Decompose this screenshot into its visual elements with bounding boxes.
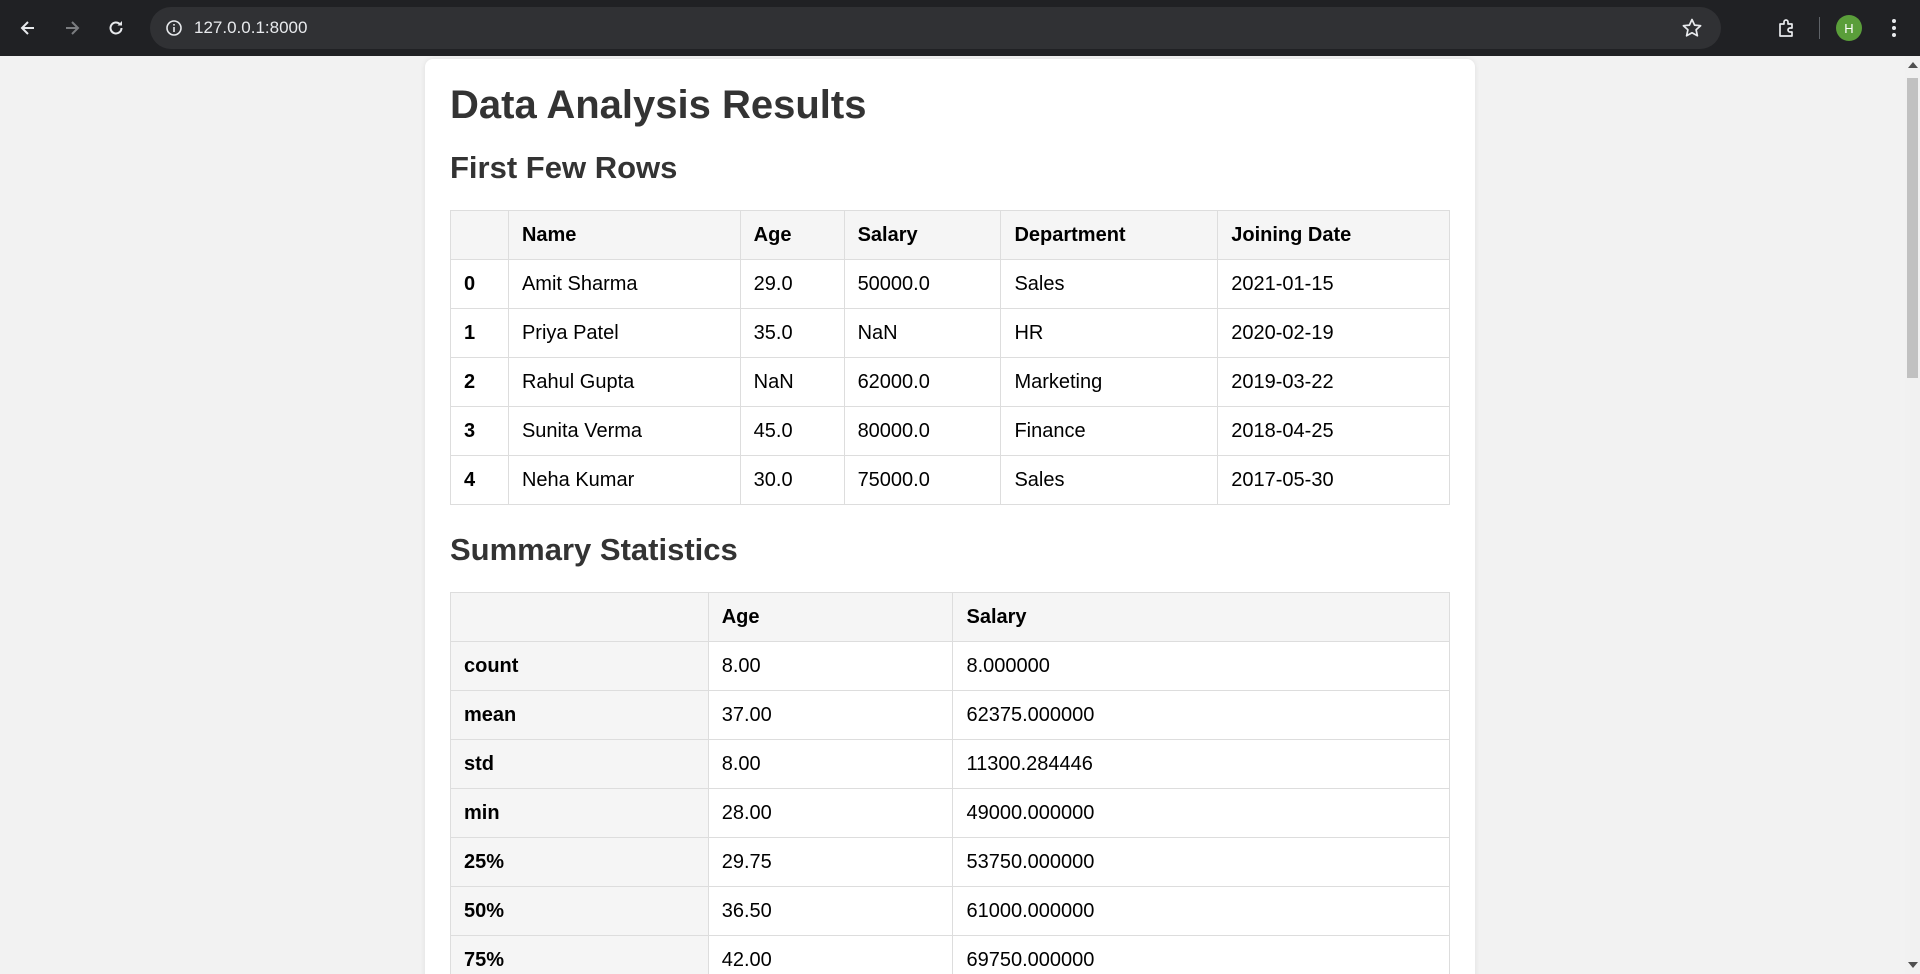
cell-salary: 62375.000000: [952, 690, 1450, 741]
cell-salary: 11300.284446: [952, 739, 1450, 790]
table-row: 2 Rahul Gupta NaN 62000.0 Marketing 2019…: [450, 357, 1450, 408]
cell-joining-date: 2018-04-25: [1217, 406, 1450, 457]
back-icon[interactable]: [8, 8, 48, 48]
info-icon[interactable]: [154, 19, 194, 37]
first-rows-table: Name Age Salary Department Joining Date …: [450, 210, 1450, 506]
column-header: [450, 210, 509, 261]
cell-salary: NaN: [843, 308, 1002, 359]
section-title-first-rows: First Few Rows: [450, 150, 678, 185]
cell-joining-date: 2020-02-19: [1217, 308, 1450, 359]
cell-department: Marketing: [1000, 357, 1219, 408]
table-row: mean 37.00 62375.000000: [450, 690, 1450, 741]
column-header: Department: [1000, 210, 1219, 261]
cell-age: 8.00: [707, 739, 954, 790]
column-header: [450, 592, 709, 643]
table-row: min 28.00 49000.000000: [450, 788, 1450, 839]
cell-name: Rahul Gupta: [507, 357, 741, 408]
table-row: 75% 42.00 69750.000000: [450, 935, 1450, 974]
column-header: Age: [707, 592, 954, 643]
row-index: 3: [450, 406, 509, 457]
cell-department: Sales: [1000, 455, 1219, 506]
table-row: count 8.00 8.000000: [450, 641, 1450, 692]
cell-name: Neha Kumar: [507, 455, 741, 506]
forward-icon[interactable]: [52, 8, 92, 48]
cell-salary: 61000.000000: [952, 886, 1450, 937]
cell-salary: 69750.000000: [952, 935, 1450, 974]
cell-age: 30.0: [739, 455, 845, 506]
row-index: 0: [450, 259, 509, 310]
address-bar[interactable]: 127.0.0.1:8000: [150, 7, 1721, 49]
table-row: 0 Amit Sharma 29.0 50000.0 Sales 2021-01…: [450, 259, 1450, 310]
cell-salary: 62000.0: [843, 357, 1002, 408]
table-row: 25% 29.75 53750.000000: [450, 837, 1450, 888]
column-header: Salary: [843, 210, 1002, 261]
toolbar-separator: [1819, 17, 1820, 39]
column-header: Salary: [952, 592, 1450, 643]
cell-name: Sunita Verma: [507, 406, 741, 457]
page-viewport: Data Analysis Results First Few Rows Nam…: [0, 56, 1905, 974]
cell-joining-date: 2019-03-22: [1217, 357, 1450, 408]
cell-department: Sales: [1000, 259, 1219, 310]
stat-label: std: [450, 739, 709, 790]
table-header-row: Age Salary: [450, 592, 1450, 643]
cell-age: 29.75: [707, 837, 954, 888]
cell-age: 28.00: [707, 788, 954, 839]
extensions-icon[interactable]: [1767, 8, 1807, 48]
page-title: Data Analysis Results: [450, 83, 867, 127]
cell-name: Amit Sharma: [507, 259, 741, 310]
table-row: 3 Sunita Verma 45.0 80000.0 Finance 2018…: [450, 406, 1450, 457]
table-row: 50% 36.50 61000.000000: [450, 886, 1450, 937]
content-card: Data Analysis Results First Few Rows Nam…: [425, 59, 1475, 974]
cell-department: HR: [1000, 308, 1219, 359]
cell-salary: 49000.000000: [952, 788, 1450, 839]
column-header: Age: [739, 210, 845, 261]
stat-label: min: [450, 788, 709, 839]
cell-age: 8.00: [707, 641, 954, 692]
column-header: Name: [507, 210, 741, 261]
row-index: 2: [450, 357, 509, 408]
cell-age: 36.50: [707, 886, 954, 937]
table-row: 4 Neha Kumar 30.0 75000.0 Sales 2017-05-…: [450, 455, 1450, 506]
browser-toolbar: 127.0.0.1:8000 H: [0, 0, 1920, 56]
cell-age: NaN: [739, 357, 845, 408]
stat-label: 50%: [450, 886, 709, 937]
row-index: 4: [450, 455, 509, 506]
cell-salary: 53750.000000: [952, 837, 1450, 888]
table-row: 1 Priya Patel 35.0 NaN HR 2020-02-19: [450, 308, 1450, 359]
stat-label: count: [450, 641, 709, 692]
reload-icon[interactable]: [96, 8, 136, 48]
cell-salary: 80000.0: [843, 406, 1002, 457]
row-index: 1: [450, 308, 509, 359]
cell-age: 29.0: [739, 259, 845, 310]
cell-name: Priya Patel: [507, 308, 741, 359]
stat-label: 25%: [450, 837, 709, 888]
vertical-scrollbar[interactable]: [1905, 56, 1920, 974]
summary-stats-table: Age Salary count 8.00 8.000000 mean 37.0…: [450, 592, 1450, 974]
cell-department: Finance: [1000, 406, 1219, 457]
cell-age: 37.00: [707, 690, 954, 741]
table-header-row: Name Age Salary Department Joining Date: [450, 210, 1450, 261]
cell-salary: 8.000000: [952, 641, 1450, 692]
toolbar-right: H: [1767, 0, 1920, 56]
scroll-down-icon[interactable]: [1908, 962, 1918, 968]
menu-icon[interactable]: [1882, 17, 1906, 39]
cell-age: 35.0: [739, 308, 845, 359]
cell-salary: 50000.0: [843, 259, 1002, 310]
scroll-up-icon[interactable]: [1908, 62, 1918, 68]
stat-label: mean: [450, 690, 709, 741]
stat-label: 75%: [450, 935, 709, 974]
cell-joining-date: 2021-01-15: [1217, 259, 1450, 310]
cell-age: 45.0: [739, 406, 845, 457]
scrollbar-thumb[interactable]: [1907, 78, 1918, 378]
column-header: Joining Date: [1217, 210, 1450, 261]
avatar[interactable]: H: [1836, 15, 1862, 41]
star-icon[interactable]: [1681, 17, 1703, 44]
table-row: std 8.00 11300.284446: [450, 739, 1450, 790]
cell-joining-date: 2017-05-30: [1217, 455, 1450, 506]
section-title-summary: Summary Statistics: [450, 532, 738, 568]
cell-salary: 75000.0: [843, 455, 1002, 506]
cell-age: 42.00: [707, 935, 954, 974]
url-text[interactable]: 127.0.0.1:8000: [194, 18, 307, 38]
